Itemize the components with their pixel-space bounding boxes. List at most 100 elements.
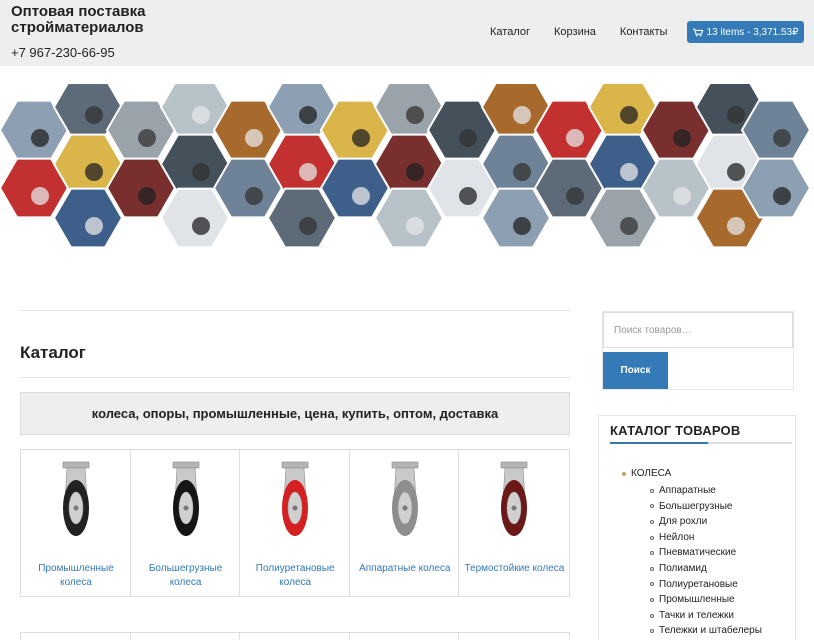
- banner-wheel-shape: [620, 163, 638, 181]
- circle-bullet-icon: [650, 629, 654, 634]
- category-card-placeholder[interactable]: [459, 633, 569, 640]
- banner-wheel-shape: [406, 163, 424, 181]
- subcategory-list: Аппаратные Большегрузные Для рохли Нейло…: [650, 483, 762, 639]
- subcategory-item[interactable]: Тележки и штабелеры: [650, 623, 762, 639]
- banner-wheel-shape: [192, 217, 210, 235]
- cart-button[interactable]: 13 items - 3,371.53₽: [687, 21, 804, 43]
- banner-wheel-shape: [138, 129, 156, 147]
- banner-wheel-shape: [673, 129, 691, 147]
- title-underline: [610, 442, 792, 444]
- circle-bullet-icon: [650, 551, 654, 556]
- catalog-widget-title: КАТАЛОГ ТОВАРОВ: [610, 423, 741, 438]
- caster-wheel-image: [281, 461, 309, 536]
- banner-wheel-shape: [513, 217, 531, 235]
- subcategory-item[interactable]: Большегрузные: [650, 499, 762, 515]
- subcategory-item[interactable]: Тачки и тележки: [650, 608, 762, 624]
- category-card-polyurethane[interactable]: Полиуретановые колеса: [240, 450, 350, 596]
- caster-wheel-image: [62, 461, 90, 536]
- category-label[interactable]: Большегрузные колеса: [131, 562, 241, 590]
- circle-bullet-icon: [650, 519, 654, 524]
- category-card-placeholder[interactable]: [131, 633, 241, 640]
- subcategory-item[interactable]: Полиамид: [650, 561, 762, 577]
- banner-wheel-shape: [352, 187, 370, 205]
- banner-wheel-shape: [299, 106, 317, 124]
- banner-wheel-shape: [85, 217, 103, 235]
- category-card-apparatus[interactable]: Аппаратные колеса: [350, 450, 460, 596]
- banner-wheel-shape: [513, 106, 531, 124]
- circle-bullet-icon: [650, 613, 654, 618]
- subcategory-item[interactable]: Нейлон: [650, 530, 762, 546]
- banner-wheel-shape: [299, 217, 317, 235]
- circle-bullet-icon: [650, 597, 654, 602]
- divider-title: [20, 377, 570, 378]
- banner-wheel-shape: [459, 129, 477, 147]
- banner-wheel-shape: [620, 217, 638, 235]
- banner-wheel-shape: [620, 106, 638, 124]
- banner-wheel-shape: [773, 187, 791, 205]
- category-card-heat-resistant[interactable]: Термостойкие колеса: [459, 450, 569, 596]
- subcategory-item[interactable]: Промышленные: [650, 592, 762, 608]
- site-title[interactable]: Оптовая поставка стройматериалов: [11, 4, 181, 36]
- banner-wheel-shape: [406, 217, 424, 235]
- divider-top: [20, 310, 570, 311]
- banner-wheel-shape: [459, 187, 477, 205]
- bullet-icon: [622, 471, 626, 476]
- banner-wheel-shape: [406, 106, 424, 124]
- category-card-placeholder[interactable]: [240, 633, 350, 640]
- caster-wheel-image: [501, 461, 528, 536]
- banner-wheel-shape: [727, 106, 745, 124]
- banner-wheel-shape: [85, 106, 103, 124]
- banner-wheel-shape: [138, 187, 156, 205]
- caster-wheel-image: [172, 461, 199, 536]
- caster-wheel-image: [391, 461, 419, 536]
- banner-wheel-shape: [566, 129, 584, 147]
- banner-wheel-shape: [299, 163, 317, 181]
- category-card-placeholder[interactable]: [21, 633, 131, 640]
- phone-number: +7 967-230-66-95: [11, 45, 115, 60]
- banner-wheel-shape: [245, 187, 263, 205]
- subcategory-item[interactable]: Полиуретановые: [650, 577, 762, 593]
- banner-wheel-shape: [85, 163, 103, 181]
- banner-wheel-shape: [192, 163, 210, 181]
- category-label[interactable]: Промышленные колеса: [21, 562, 131, 590]
- cart-icon: [692, 28, 703, 36]
- category-root[interactable]: КОЛЕСА: [622, 468, 671, 479]
- circle-bullet-icon: [650, 582, 654, 587]
- category-label[interactable]: Полиуретановые колеса: [240, 562, 350, 590]
- nav-link-cart[interactable]: Корзина: [554, 26, 596, 38]
- seo-keywords: колеса, опоры, промышленные, цена, купит…: [20, 392, 570, 435]
- cart-summary: 13 items - 3,371.53₽: [706, 26, 799, 38]
- nav-link-catalog[interactable]: Каталог: [490, 26, 530, 38]
- nav-link-contacts[interactable]: Контакты: [620, 26, 668, 38]
- banner-wheel-shape: [352, 129, 370, 147]
- subcategory-item[interactable]: Аппаратные: [650, 483, 762, 499]
- banner-wheel-shape: [31, 187, 49, 205]
- subcategory-item[interactable]: Для рохли: [650, 514, 762, 530]
- category-card-placeholder[interactable]: [350, 633, 460, 640]
- search-input[interactable]: [603, 312, 793, 348]
- banner-wheel-shape: [727, 217, 745, 235]
- banner-wheel-shape: [566, 187, 584, 205]
- page-title: Каталог: [20, 343, 86, 362]
- category-label[interactable]: Термостойкие колеса: [459, 562, 569, 576]
- category-card-heavy-duty[interactable]: Большегрузные колеса: [131, 450, 241, 596]
- banner-wheel-shape: [673, 187, 691, 205]
- main-nav: Каталог Корзина Контакты: [490, 26, 691, 38]
- circle-bullet-icon: [650, 535, 654, 540]
- category-grid-row-2: [20, 632, 570, 640]
- banner-wheel-shape: [773, 129, 791, 147]
- category-grid: Промышленные колеса Большегрузные колеса…: [20, 449, 570, 597]
- circle-bullet-icon: [650, 488, 654, 493]
- banner-wheel-shape: [513, 163, 531, 181]
- circle-bullet-icon: [650, 566, 654, 571]
- category-label[interactable]: Аппаратные колеса: [350, 562, 460, 576]
- banner-wheel-shape: [192, 106, 210, 124]
- category-root-label: КОЛЕСА: [631, 468, 672, 479]
- banner-wheel-shape: [727, 163, 745, 181]
- subcategory-item[interactable]: Пневматические: [650, 545, 762, 561]
- site-header: Оптовая поставка стройматериалов +7 967-…: [0, 0, 814, 66]
- circle-bullet-icon: [650, 504, 654, 509]
- search-button[interactable]: Поиск: [603, 352, 668, 389]
- category-card-industrial[interactable]: Промышленные колеса: [21, 450, 131, 596]
- hero-banner: [0, 84, 812, 249]
